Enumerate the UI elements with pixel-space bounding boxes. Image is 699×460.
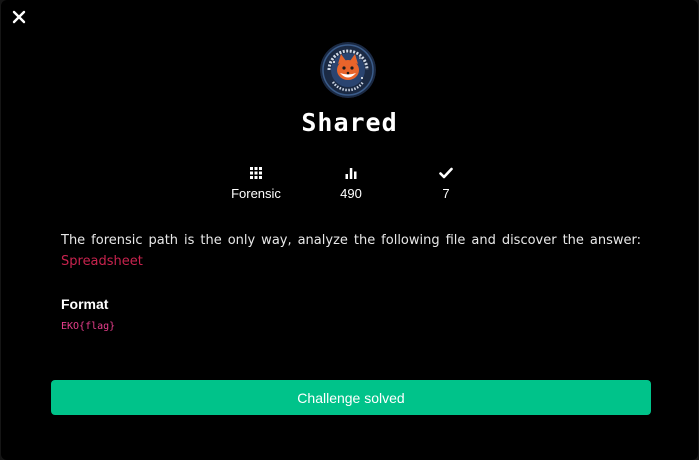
close-button[interactable] (11, 8, 27, 26)
points-value: 490 (340, 186, 362, 201)
challenge-description: The forensic path is the only way, analy… (61, 230, 641, 272)
bar-chart-icon (345, 168, 357, 179)
fox-astronaut-badge-icon (320, 42, 376, 98)
challenge-solved-button[interactable]: Challenge solved (51, 380, 651, 415)
spreadsheet-link[interactable]: Spreadsheet (61, 254, 143, 269)
format-value: EKO{flag} (61, 321, 116, 332)
format-heading: Format (61, 296, 109, 312)
check-icon (439, 167, 453, 179)
challenge-logo (320, 42, 376, 98)
solves-stat: 7 (401, 166, 491, 201)
grid-icon (250, 167, 262, 179)
points-stat: 490 (306, 166, 396, 201)
solves-value: 7 (442, 186, 450, 201)
challenge-title: Shared (301, 108, 398, 137)
description-text: The forensic path is the only way, analy… (61, 233, 641, 248)
close-icon (12, 10, 26, 24)
category-stat: Forensic (211, 166, 301, 201)
challenge-modal: Shared Forensic 490 7 The forensic path … (1, 0, 698, 460)
category-value: Forensic (231, 186, 281, 201)
